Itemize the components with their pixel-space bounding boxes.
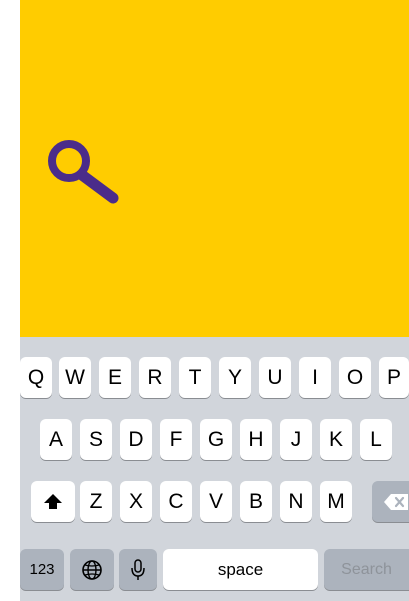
shift-arrow-icon (44, 493, 62, 509)
key-g[interactable]: G (200, 419, 232, 460)
key-q[interactable]: Q (20, 357, 52, 398)
key-n[interactable]: N (280, 481, 312, 522)
key-e[interactable]: E (99, 357, 131, 398)
delete-key[interactable] (372, 481, 409, 522)
dictation-key[interactable] (119, 549, 157, 590)
key-x[interactable]: X (120, 481, 152, 522)
on-screen-keyboard: Q W E R T Y U I O P A S D F G H J K L Z … (20, 337, 409, 601)
shift-key[interactable] (31, 481, 75, 522)
key-y[interactable]: Y (219, 357, 251, 398)
key-a[interactable]: A (40, 419, 72, 460)
key-r[interactable]: R (139, 357, 171, 398)
key-f[interactable]: F (160, 419, 192, 460)
key-w[interactable]: W (59, 357, 91, 398)
search-key[interactable]: Search (324, 549, 409, 590)
key-l[interactable]: L (360, 419, 392, 460)
key-j[interactable]: J (280, 419, 312, 460)
key-b[interactable]: B (240, 481, 272, 522)
magnifying-glass-icon (48, 140, 119, 204)
key-s[interactable]: S (80, 419, 112, 460)
key-d[interactable]: D (120, 419, 152, 460)
key-o[interactable]: O (339, 357, 371, 398)
search-button[interactable] (42, 135, 122, 215)
app-screen: Q W E R T Y U I O P A S D F G H J K L Z … (20, 0, 409, 601)
space-key[interactable]: space (163, 549, 318, 590)
search-panel (20, 0, 409, 337)
key-m[interactable]: M (320, 481, 352, 522)
backspace-icon (383, 493, 408, 510)
key-z[interactable]: Z (80, 481, 112, 522)
globe-key[interactable] (70, 549, 114, 590)
key-p[interactable]: P (379, 357, 409, 398)
key-t[interactable]: T (179, 357, 211, 398)
globe-icon (82, 559, 102, 580)
key-c[interactable]: C (160, 481, 192, 522)
key-v[interactable]: V (200, 481, 232, 522)
key-k[interactable]: K (320, 419, 352, 460)
microphone-icon (131, 558, 145, 580)
numbers-key[interactable]: 123 (20, 549, 64, 590)
key-i[interactable]: I (299, 357, 331, 398)
key-h[interactable]: H (240, 419, 272, 460)
key-u[interactable]: U (259, 357, 291, 398)
